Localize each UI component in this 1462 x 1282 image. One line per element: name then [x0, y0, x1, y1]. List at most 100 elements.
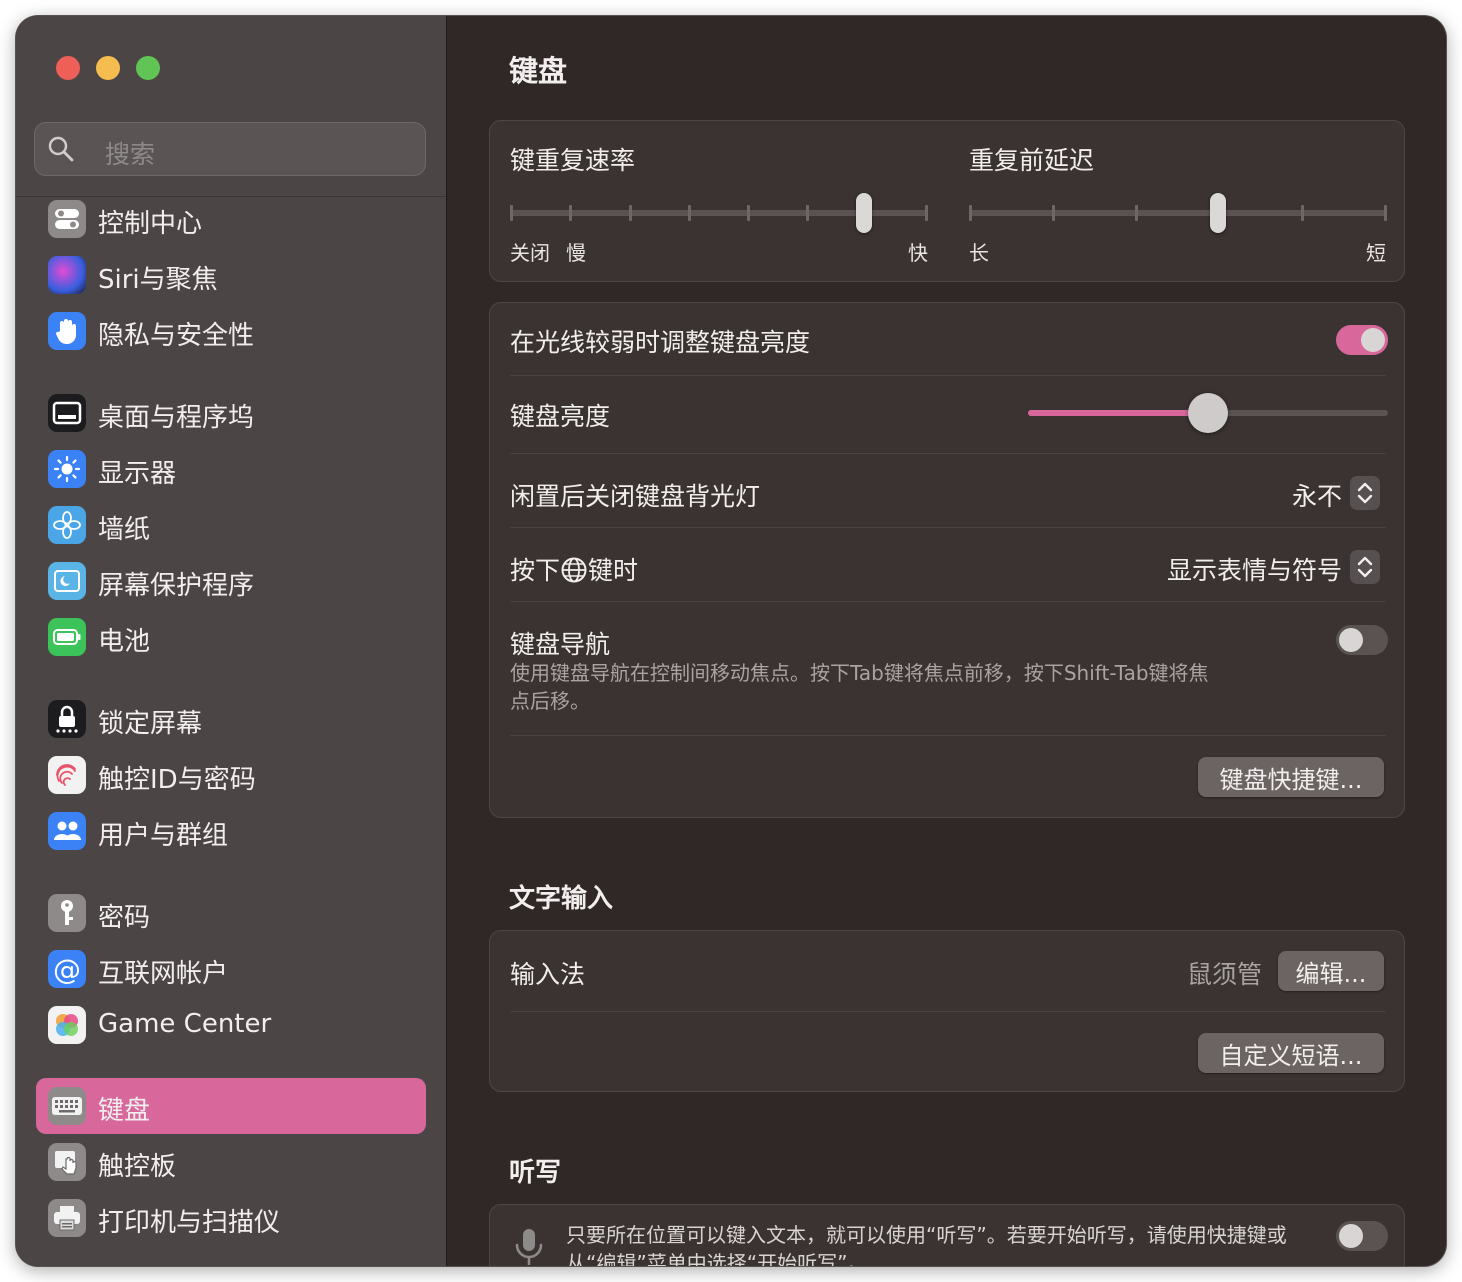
settings-window: 搜索 控制中心 Siri与聚焦 隐私与安全性 桌面与程序坞 显示器 墙纸 屏幕保… — [16, 16, 1446, 1266]
sidebar-item-desktop-dock[interactable]: 桌面与程序坞 — [36, 385, 426, 441]
sidebar-item-control-center[interactable]: 控制中心 — [36, 191, 426, 247]
battery-icon — [48, 618, 86, 656]
delay-short-label: 短 — [1366, 241, 1386, 265]
delay-long-label: 长 — [969, 241, 989, 265]
dictation-toggle[interactable] — [1336, 1221, 1388, 1251]
slider-knob[interactable] — [1210, 193, 1227, 233]
keyboard-navigation-description: 使用键盘导航在控制间移动焦点。按下Tab键将焦点前移，按下Shift-Tab键将… — [510, 661, 1209, 713]
lock-icon — [48, 700, 86, 738]
dictation-section-title: 听写 — [509, 1158, 562, 1188]
key-icon — [48, 894, 86, 932]
globe-key-label: 按下 键时 — [510, 556, 639, 585]
slider-tick — [1135, 205, 1138, 221]
dictation-description: 只要所在位置可以键入文本，就可以使用“听写”。若要开始听写，请使用快捷键或 从“… — [566, 1223, 1287, 1266]
slider-tick — [925, 205, 928, 221]
edit-input-sources-button[interactable]: 编辑... — [1278, 951, 1384, 991]
sidebar-item-privacy[interactable]: 隐私与安全性 — [36, 303, 426, 359]
sidebar-item-lock-screen[interactable]: 锁定屏幕 — [36, 691, 426, 747]
search-icon — [48, 136, 74, 162]
row-divider — [510, 527, 1386, 528]
main-content: 键盘 键重复速率 重复前延迟 关闭 慢 快 长 短 在光线较弱时调整键盘亮度 键… — [447, 16, 1446, 1266]
backlight-off-popup[interactable]: 永不 — [1184, 473, 1384, 513]
slider-tick — [510, 205, 513, 221]
sidebar-item-users[interactable]: 用户与群组 — [36, 803, 426, 859]
auto-brightness-toggle[interactable] — [1336, 325, 1388, 355]
keyboard-brightness-slider[interactable] — [1028, 391, 1388, 435]
sidebar-item-internet-accounts[interactable]: @ 互联网帐户 — [36, 941, 426, 997]
sidebar-item-passwords[interactable]: 密码 — [36, 885, 426, 941]
slider-tick — [687, 205, 691, 221]
microphone-icon — [515, 1229, 543, 1265]
text-input-card: 输入法 鼠须管 编辑... 自定义短语... — [489, 930, 1405, 1092]
globe-icon — [561, 557, 587, 583]
siri-icon — [48, 256, 86, 294]
printer-icon — [48, 1199, 86, 1237]
toggle-knob — [1339, 628, 1363, 652]
chevron-up-down-icon — [1350, 476, 1380, 510]
hand-icon — [48, 312, 86, 350]
sidebar-item-wallpaper[interactable]: 墙纸 — [36, 497, 426, 553]
slider-tick — [1052, 205, 1055, 221]
slider-knob[interactable] — [855, 193, 872, 233]
slider-tick — [1384, 205, 1387, 221]
row-divider — [510, 453, 1386, 454]
auto-brightness-label: 在光线较弱时调整键盘亮度 — [510, 328, 811, 357]
repeat-delay-slider[interactable] — [969, 191, 1387, 235]
slider-fill — [1028, 410, 1208, 416]
globe-key-popup[interactable]: 显示表情与符号 — [1124, 547, 1384, 587]
backlight-off-label: 闲置后关闭键盘背光灯 — [510, 482, 761, 511]
slider-knob[interactable] — [1188, 393, 1228, 433]
custom-phrases-button[interactable]: 自定义短语... — [1198, 1033, 1384, 1073]
keyboard-navigation-label: 键盘导航 — [510, 630, 611, 659]
chevron-up-down-icon — [1350, 550, 1380, 584]
trackpad-icon — [48, 1143, 86, 1181]
repeat-delay-label: 重复前延迟 — [969, 146, 1095, 175]
users-icon — [48, 812, 86, 850]
key-repeat-card: 键重复速率 重复前延迟 关闭 慢 快 长 短 — [489, 120, 1405, 282]
rate-fast-label: 快 — [908, 241, 928, 265]
game-center-icon — [48, 1006, 86, 1044]
control-center-icon — [48, 200, 86, 238]
text-input-section-title: 文字输入 — [509, 884, 614, 914]
rate-slow-label: 慢 — [566, 241, 586, 265]
at-icon: @ — [48, 950, 86, 988]
keyboard-settings-card: 在光线较弱时调整键盘亮度 键盘亮度 闲置后关闭键盘背光灯 永不 按下 键时 显示… — [489, 302, 1405, 818]
sidebar-item-keyboard[interactable]: 键盘 — [36, 1078, 426, 1134]
keyboard-navigation-toggle[interactable] — [1336, 625, 1388, 655]
sidebar-item-screensaver[interactable]: 屏幕保护程序 — [36, 553, 426, 609]
sidebar-item-touch-id[interactable]: 触控ID与密码 — [36, 747, 426, 803]
key-repeat-rate-slider[interactable] — [510, 191, 928, 235]
slider-tick — [969, 205, 972, 221]
minimize-window-button[interactable] — [96, 56, 120, 80]
slider-track — [969, 210, 1387, 216]
sidebar-item-printers[interactable]: 打印机与扫描仪 — [36, 1190, 426, 1246]
sidebar-item-siri[interactable]: Siri与聚焦 — [36, 247, 426, 303]
keyboard-shortcuts-button[interactable]: 键盘快捷键... — [1198, 757, 1384, 797]
dictation-card: 只要所在位置可以键入文本，就可以使用“听写”。若要开始听写，请使用快捷键或 从“… — [489, 1204, 1405, 1266]
slider-tick — [747, 205, 751, 221]
keyboard-brightness-label: 键盘亮度 — [510, 402, 611, 431]
sidebar-item-battery[interactable]: 电池 — [36, 609, 426, 665]
key-repeat-rate-label: 键重复速率 — [510, 146, 636, 175]
flower-icon — [48, 506, 86, 544]
fingerprint-icon — [48, 756, 86, 794]
row-divider — [510, 1011, 1386, 1012]
slider-tick — [1301, 205, 1304, 221]
toggle-knob — [1339, 1224, 1363, 1248]
search-input[interactable]: 搜索 — [34, 122, 426, 176]
page-title: 键盘 — [509, 54, 568, 88]
close-window-button[interactable] — [56, 56, 80, 80]
slider-tick — [806, 205, 810, 221]
dock-icon — [48, 394, 86, 432]
rate-off-label: 关闭 — [510, 241, 550, 265]
sidebar-item-trackpad[interactable]: 触控板 — [36, 1134, 426, 1190]
sidebar-item-displays[interactable]: 显示器 — [36, 441, 426, 497]
input-source-value: 鼠须管 — [1186, 960, 1262, 989]
keyboard-icon — [48, 1087, 86, 1125]
row-divider — [510, 375, 1386, 376]
sidebar-item-game-center[interactable]: Game Center — [36, 997, 426, 1053]
zoom-window-button[interactable] — [136, 56, 160, 80]
row-divider — [510, 601, 1386, 602]
input-sources-label: 输入法 — [510, 960, 586, 989]
screensaver-icon — [48, 562, 86, 600]
